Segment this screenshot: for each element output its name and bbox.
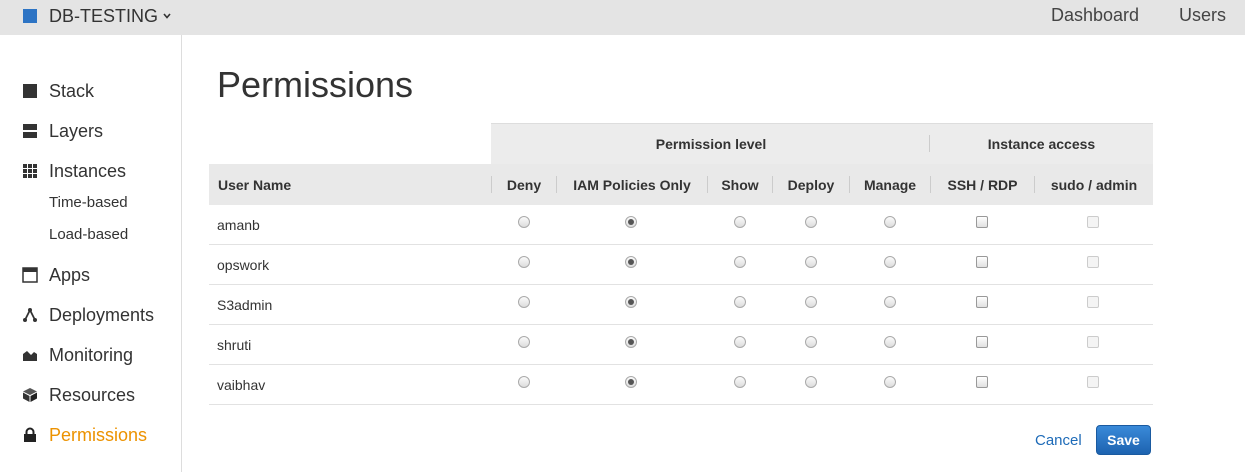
user-name: vaibhav — [217, 377, 266, 393]
sidebar-item-stack[interactable]: Stack — [22, 79, 94, 103]
radio-manage[interactable] — [884, 376, 896, 388]
checkbox-ssh-rdp[interactable] — [976, 376, 988, 388]
sidebar-item-apps[interactable]: Apps — [22, 263, 90, 287]
deployments-icon — [22, 307, 38, 323]
sidebar-item-label: Layers — [49, 120, 104, 141]
instances-grid-icon — [22, 163, 38, 179]
sidebar-item-permissions[interactable]: Permissions — [22, 423, 147, 447]
checkbox-sudo-admin — [1087, 256, 1099, 268]
sidebar-item-label: Instances — [49, 160, 127, 181]
sidebar-item-instances[interactable]: Instances — [22, 159, 126, 183]
radio-iam-policies-only[interactable] — [625, 216, 637, 228]
sidebar-sub-time-based[interactable]: Time-based — [49, 194, 128, 211]
table-row: S3admin — [209, 285, 1153, 325]
save-button[interactable]: Save — [1096, 425, 1151, 455]
sidebar-item-layers[interactable]: Layers — [22, 119, 103, 143]
stack-switcher[interactable]: DB-TESTING — [23, 5, 172, 27]
table-row: shruti — [209, 325, 1153, 365]
radio-deny[interactable] — [518, 296, 530, 308]
radio-iam-policies-only[interactable] — [625, 336, 637, 348]
sidebar-item-label: Resources — [49, 384, 136, 405]
checkbox-ssh-rdp[interactable] — [976, 216, 988, 228]
chevron-down-icon — [163, 13, 171, 19]
radio-manage[interactable] — [884, 216, 896, 228]
sidebar: Stack Layers Instances Time-based Load-b… — [0, 35, 182, 472]
col-manage: Manage — [863, 177, 917, 193]
layers-icon — [22, 123, 38, 139]
radio-deploy[interactable] — [805, 256, 817, 268]
radio-show[interactable] — [734, 336, 746, 348]
cancel-button[interactable]: Cancel — [1035, 432, 1082, 449]
col-iam-policies-only: IAM Policies Only — [573, 177, 691, 193]
stack-square-icon — [22, 83, 38, 99]
table-row: vaibhav — [209, 365, 1153, 405]
checkbox-sudo-admin — [1087, 376, 1099, 388]
table-row: opswork — [209, 245, 1153, 285]
sidebar-item-label: Deployments — [49, 304, 155, 325]
checkbox-sudo-admin — [1087, 296, 1099, 308]
radio-deploy[interactable] — [805, 296, 817, 308]
radio-iam-policies-only[interactable] — [625, 376, 637, 388]
checkbox-ssh-rdp[interactable] — [976, 296, 988, 308]
col-deploy: Deploy — [787, 177, 835, 193]
checkbox-ssh-rdp[interactable] — [976, 256, 988, 268]
sidebar-item-label: Monitoring — [49, 344, 134, 365]
col-show: Show — [721, 177, 759, 193]
user-name: opswork — [217, 257, 270, 273]
nav-users[interactable]: Users — [1179, 5, 1226, 26]
apps-icon — [22, 267, 38, 283]
resources-cube-icon — [22, 387, 38, 403]
col-user-name: User Name — [218, 177, 292, 193]
radio-deploy[interactable] — [805, 216, 817, 228]
sidebar-item-label: Permissions — [49, 424, 148, 445]
group-permission-level: Permission level — [655, 136, 767, 152]
radio-deny[interactable] — [518, 256, 530, 268]
radio-iam-policies-only[interactable] — [625, 256, 637, 268]
nav-dashboard[interactable]: Dashboard — [1051, 5, 1139, 26]
checkbox-ssh-rdp[interactable] — [976, 336, 988, 348]
col-ssh-rdp: SSH / RDP — [947, 177, 1018, 193]
radio-deny[interactable] — [518, 336, 530, 348]
table-row: amanb — [209, 205, 1153, 245]
radio-deploy[interactable] — [805, 376, 817, 388]
radio-iam-policies-only[interactable] — [625, 296, 637, 308]
radio-show[interactable] — [734, 376, 746, 388]
sidebar-item-resources[interactable]: Resources — [22, 383, 135, 407]
checkbox-sudo-admin — [1087, 336, 1099, 348]
stack-color-icon — [23, 9, 37, 23]
top-bar: DB-TESTING Dashboard Users — [0, 0, 1245, 35]
radio-show[interactable] — [734, 256, 746, 268]
radio-manage[interactable] — [884, 336, 896, 348]
user-name: S3admin — [217, 297, 273, 313]
stack-name: DB-TESTING — [49, 5, 159, 26]
radio-manage[interactable] — [884, 256, 896, 268]
radio-deny[interactable] — [518, 376, 530, 388]
sidebar-item-deployments[interactable]: Deployments — [22, 303, 154, 327]
radio-deny[interactable] — [518, 216, 530, 228]
radio-show[interactable] — [734, 296, 746, 308]
sidebar-item-label: Apps — [49, 264, 91, 285]
radio-manage[interactable] — [884, 296, 896, 308]
col-deny: Deny — [506, 177, 542, 193]
page-title: Permissions — [217, 64, 414, 105]
sidebar-item-label: Stack — [49, 80, 95, 101]
checkbox-sudo-admin — [1087, 216, 1099, 228]
lock-icon — [22, 427, 38, 443]
radio-deploy[interactable] — [805, 336, 817, 348]
user-name: shruti — [217, 337, 252, 353]
user-name: amanb — [217, 217, 260, 233]
group-instance-access: Instance access — [987, 136, 1096, 152]
sidebar-sub-load-based[interactable]: Load-based — [49, 226, 128, 243]
col-sudo-admin: sudo / admin — [1050, 177, 1138, 193]
sidebar-item-monitoring[interactable]: Monitoring — [22, 343, 133, 367]
radio-show[interactable] — [734, 216, 746, 228]
monitoring-icon — [22, 347, 38, 363]
